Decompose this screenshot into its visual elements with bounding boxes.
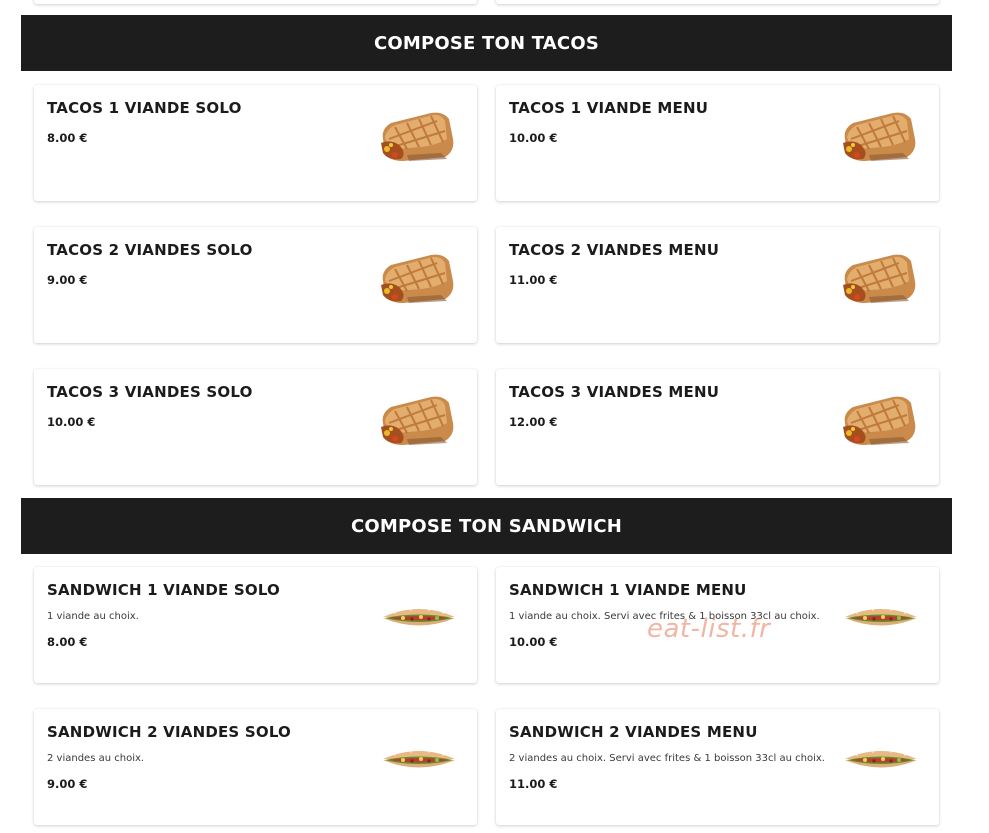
item-price: 8.00 €	[47, 635, 88, 649]
item-price: 10.00 €	[47, 415, 96, 429]
item-name: TACOS 2 VIANDES MENU	[509, 241, 720, 259]
menu-item-card[interactable]: SANDWICH 2 VIANDES MENU 2 viandes au cho…	[496, 709, 939, 825]
item-description: 2 viandes au choix.	[47, 753, 145, 764]
menu-item-card[interactable]: TACOS 3 VIANDES MENU 12.00 €	[496, 369, 939, 485]
item-price: 10.00 €	[509, 635, 558, 649]
item-price: 9.00 €	[47, 777, 88, 791]
section-header-tacos: COMPOSE TON TACOS	[21, 15, 952, 71]
menu-item-card[interactable]: TACOS 1 VIANDE MENU 10.00 €	[496, 85, 939, 201]
item-description: 1 viande au choix.	[47, 611, 139, 622]
item-name: SANDWICH 2 VIANDES MENU	[509, 723, 758, 741]
item-name: TACOS 1 VIANDE SOLO	[47, 99, 242, 117]
tacos-image	[839, 109, 919, 163]
menu-item-card[interactable]: SANDWICH 2 VIANDES SOLO 2 viandes au cho…	[34, 709, 477, 825]
item-price: 12.00 €	[509, 415, 558, 429]
tacos-image	[377, 251, 457, 305]
section-title: COMPOSE TON SANDWICH	[350, 515, 623, 537]
sandwich-image	[381, 745, 457, 777]
item-name: SANDWICH 1 VIANDE MENU	[509, 581, 747, 599]
menu-item-card-partial[interactable]	[496, 0, 939, 4]
item-price: 8.00 €	[47, 131, 88, 145]
tacos-image	[377, 393, 457, 447]
tacos-image	[839, 393, 919, 447]
menu-item-card[interactable]: TACOS 1 VIANDE SOLO 8.00 €	[34, 85, 477, 201]
item-price: 9.00 €	[47, 273, 88, 287]
item-name: TACOS 3 VIANDES MENU	[509, 383, 720, 401]
item-price: 10.00 €	[509, 131, 558, 145]
section-title: COMPOSE TON TACOS	[373, 32, 600, 54]
watermark: eat-list.fr	[647, 614, 771, 644]
menu-item-card[interactable]: SANDWICH 1 VIANDE SOLO 1 viande au choix…	[34, 567, 477, 683]
tacos-image	[377, 109, 457, 163]
menu-item-card[interactable]: TACOS 2 VIANDES MENU 11.00 €	[496, 227, 939, 343]
tacos-image	[839, 251, 919, 305]
menu-item-card[interactable]: TACOS 2 VIANDES SOLO 9.00 €	[34, 227, 477, 343]
section-header-sandwich: COMPOSE TON SANDWICH	[21, 498, 952, 554]
item-name: TACOS 1 VIANDE MENU	[509, 99, 709, 117]
menu-item-card[interactable]: TACOS 3 VIANDES SOLO 10.00 €	[34, 369, 477, 485]
menu-item-card-partial[interactable]	[34, 0, 477, 4]
item-name: TACOS 3 VIANDES SOLO	[47, 383, 253, 401]
sandwich-image	[843, 745, 919, 777]
item-price: 11.00 €	[509, 273, 558, 287]
item-name: SANDWICH 1 VIANDE SOLO	[47, 581, 280, 599]
item-description: 2 viandes au choix. Servi avec frites & …	[509, 753, 825, 764]
item-name: SANDWICH 2 VIANDES SOLO	[47, 723, 291, 741]
sandwich-image	[843, 603, 919, 635]
sandwich-image	[381, 603, 457, 635]
item-price: 11.00 €	[509, 777, 558, 791]
item-name: TACOS 2 VIANDES SOLO	[47, 241, 253, 259]
